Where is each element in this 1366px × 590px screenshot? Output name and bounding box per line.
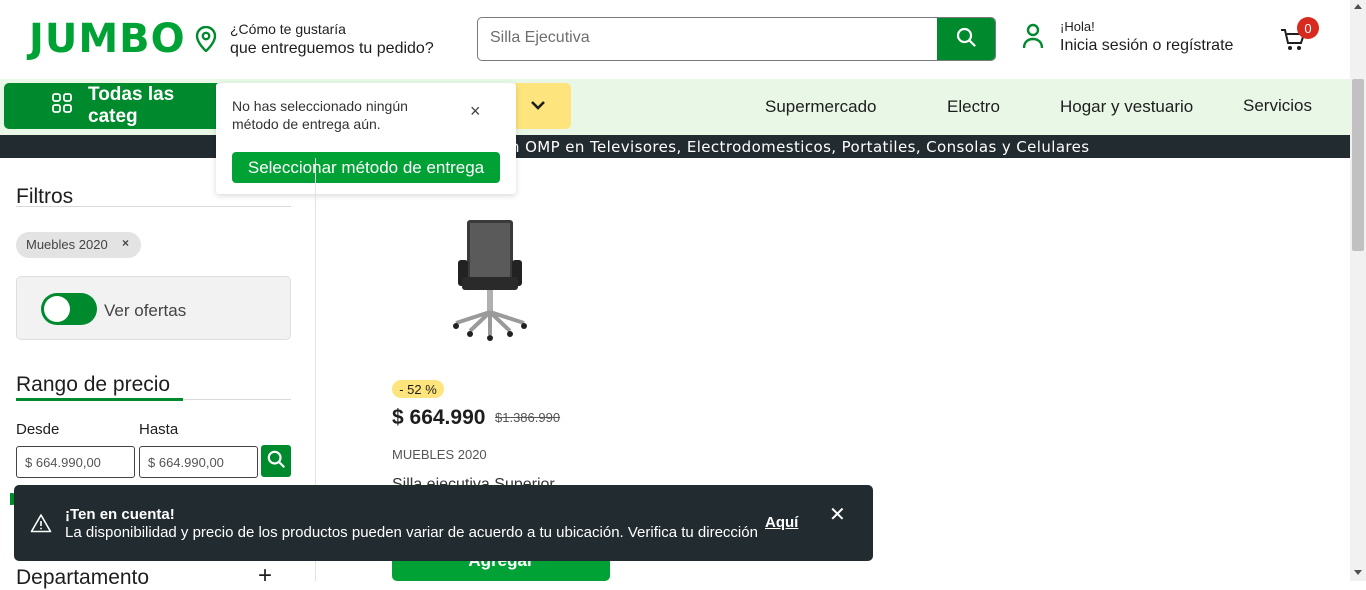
close-icon[interactable]: ✕ [829,502,846,527]
price-to-input[interactable]: $ 664.990,00 [139,446,258,478]
popover-message: No has seleccionado ningún método de ent… [232,98,408,132]
search-icon [267,450,285,473]
price-range-title: Rango de precio [16,373,171,396]
scroll-up-arrow-icon[interactable] [1354,4,1362,9]
product-price: $ 664.990 [392,406,486,429]
location-notice-toast: ¡Ten en cuenta! La disponibilidad y prec… [14,485,873,561]
nav-link-servicios[interactable]: Servicios [1243,96,1312,116]
department-title[interactable]: Departamento [16,566,149,590]
product-brand: MUEBLES 2020 [392,447,487,462]
location-pin-icon[interactable] [195,25,217,57]
scrollbar-thumb[interactable] [1352,79,1364,251]
offers-toggle[interactable] [41,293,97,325]
login-link[interactable]: Inicia sesión o regístrate [1060,37,1233,55]
search-button[interactable] [937,18,995,60]
promo-text: n OMP en Televisores, Electrodomesticos,… [510,138,1090,156]
toast-message: La disponibilidad y precio de los produc… [65,524,758,541]
promo-banner[interactable]: n OMP en Televisores, Electrodomesticos,… [0,135,1350,158]
to-label: Hasta [139,421,179,438]
toast-link-aqui[interactable]: Aquí [765,514,798,531]
chevron-down-icon [530,97,546,115]
active-filter-chip[interactable]: Muebles 2020 × [16,232,141,258]
chip-remove-icon[interactable]: × [122,236,129,250]
delivery-question-line1[interactable]: ¿Cómo te gustaría [230,21,346,37]
warning-icon [30,513,52,538]
price-range-underline [16,398,183,401]
user-icon[interactable] [1022,23,1044,54]
divider [16,206,291,207]
product-image[interactable] [440,205,540,350]
offers-label: Ver ofertas [104,301,187,320]
header: JUMBO ¿Cómo te gustaría que entreguemos … [0,0,1350,79]
price-search-button[interactable] [261,445,291,477]
cart-count-badge: 0 [1297,17,1319,39]
discount-badge: - 52 % [392,380,444,398]
select-delivery-method-button[interactable]: Seleccionar método de entrega [232,152,500,183]
product-old-price: $1.386.990 [495,410,561,425]
search-icon [956,27,976,52]
all-categories-button[interactable]: Todas las categ [4,83,229,129]
popover-close-icon[interactable]: × [470,101,481,122]
nav-link-hogar-vestuario[interactable]: Hogar y vestuario [1060,97,1193,117]
scroll-down-arrow-icon[interactable] [1354,570,1362,575]
from-label: Desde [16,421,60,438]
all-categories-label: Todas las categ [88,84,175,127]
nav-link-electro[interactable]: Electro [947,97,1000,117]
main-nav: Todas las categ Supermercado Electro Hog… [0,79,1350,135]
toggle-knob [44,296,70,322]
scrollbar[interactable] [1350,0,1366,581]
price-from-input[interactable]: $ 664.990,00 [16,446,135,478]
search-bar [477,17,996,61]
nav-link-supermercado[interactable]: Supermercado [765,97,877,117]
offers-filter-box: Ver ofertas [16,276,291,340]
expand-icon[interactable]: + [258,562,272,590]
delivery-method-popover: No has seleccionado ningún método de ent… [216,83,516,194]
toast-title: ¡Ten en cuenta! [65,506,175,523]
search-input[interactable] [490,29,930,47]
jumbo-logo[interactable]: JUMBO [29,16,186,62]
delivery-question-line2[interactable]: que entreguemos tu pedido? [230,40,434,58]
chip-label: Muebles 2020 [26,237,108,252]
grid-icon [52,93,72,119]
greeting-text: ¡Hola! [1060,19,1095,34]
